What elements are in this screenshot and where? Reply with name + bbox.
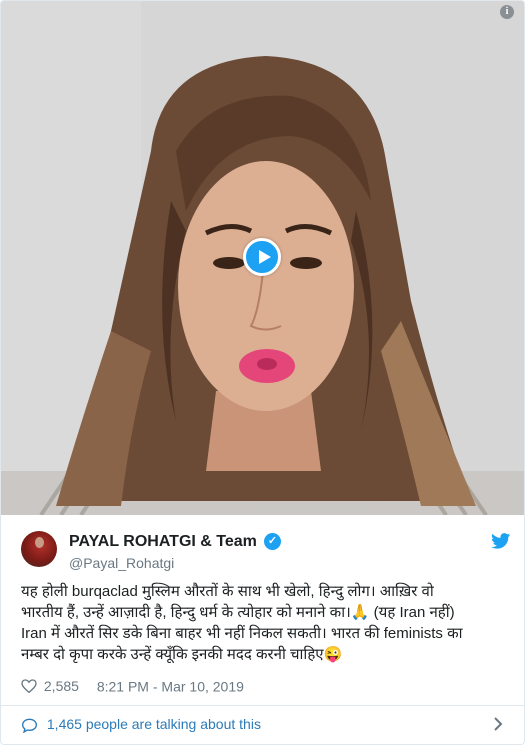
- author-name[interactable]: PAYAL ROHATGI & Team: [69, 533, 257, 551]
- tweet-text-line: यह होली burqaclad मुस्लिम औरतों के साथ भ…: [21, 583, 434, 600]
- video-thumbnail[interactable]: i: [1, 1, 524, 515]
- play-button[interactable]: [243, 238, 281, 276]
- info-icon[interactable]: i: [500, 5, 514, 19]
- speech-bubble-icon: [21, 718, 38, 733]
- chevron-right-icon[interactable]: [493, 717, 503, 731]
- tweet-card: i PAYAL ROHATGI & Team ✓ @Payal_Rohatgi …: [0, 0, 525, 745]
- author-handle[interactable]: @Payal_Rohatgi: [69, 555, 174, 571]
- tweet-header: PAYAL ROHATGI & Team ✓ @Payal_Rohatgi: [21, 525, 511, 573]
- talking-about-label[interactable]: 1,465 people are talking about this: [47, 716, 261, 732]
- wink-emoji: 😜: [323, 646, 343, 663]
- tweet-text-line: Iran में औरतें सिर डके बिना बाहर भी नहीं…: [21, 625, 463, 642]
- twitter-bird-icon[interactable]: [491, 533, 511, 549]
- divider: [1, 705, 524, 706]
- like-count[interactable]: 2,585: [44, 678, 79, 694]
- verified-icon: ✓: [264, 533, 281, 550]
- tweet-text: यह होली burqaclad मुस्लिम औरतों के साथ भ…: [21, 581, 511, 665]
- avatar[interactable]: [21, 531, 57, 567]
- talking-about-link[interactable]: 1,465 people are talking about this: [21, 713, 503, 735]
- tweet-text-line: नम्बर दो कृपा करके उन्हें क्यूँकि इनकी म…: [21, 646, 324, 663]
- tweet-text-line: (यह Iran नहीं): [373, 604, 455, 621]
- heart-icon[interactable]: [21, 679, 37, 694]
- tweet-meta: 2,585 8:21 PM - Mar 10, 2019: [21, 677, 244, 695]
- tweet-text-line: भारतीय हैं, उन्हें आज़ादी है, हिन्दु धर्…: [21, 604, 351, 621]
- pray-emoji: 🙏: [350, 604, 370, 621]
- tweet-timestamp[interactable]: 8:21 PM - Mar 10, 2019: [97, 678, 244, 694]
